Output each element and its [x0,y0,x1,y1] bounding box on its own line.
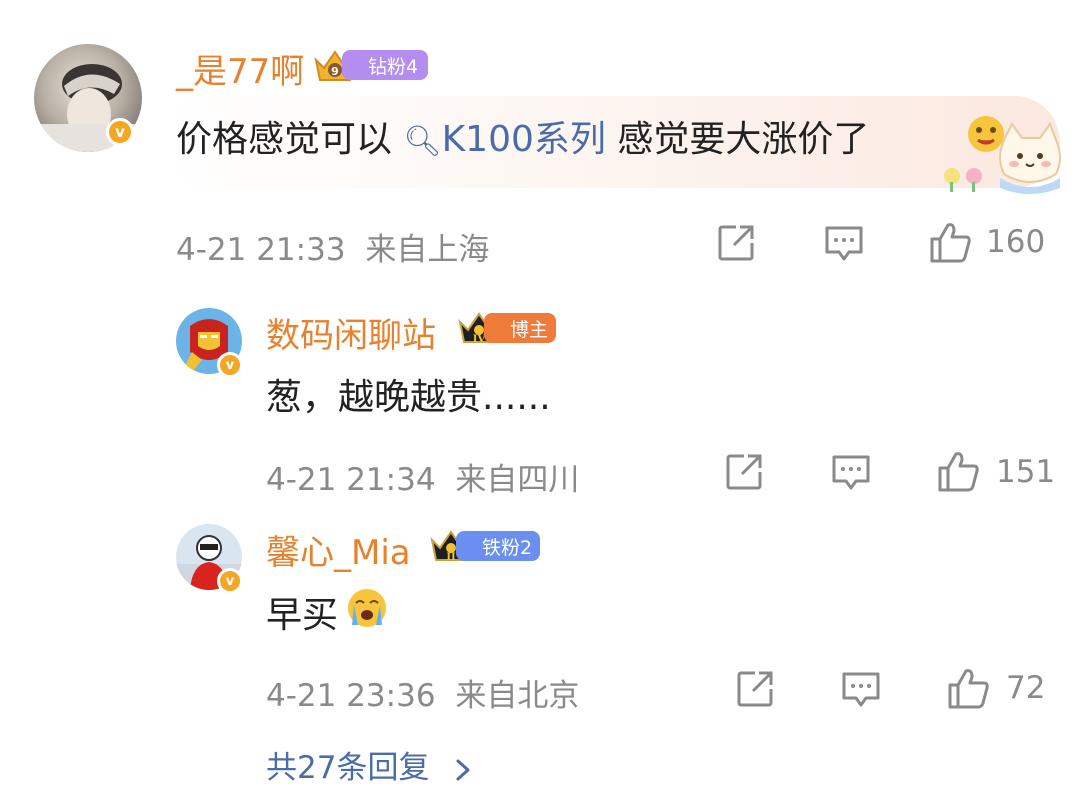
comment-time: 4-21 21:33 来自上海 [176,224,489,269]
chevron-right-icon [456,759,470,780]
comment-text-before: 价格感觉可以 [176,119,393,160]
reply-location: 来自北京 [455,678,580,714]
fan-level-badge[interactable]: 钻粉4 [342,50,428,80]
reply-time: 4-21 21:34 来自四川 [266,454,579,499]
thumbs-up-icon[interactable] [936,450,980,492]
reply-timestamp: 4-21 21:34 [266,462,436,498]
reply-username[interactable]: 馨心_Mia [266,525,411,574]
like-count: 72 [1006,670,1046,706]
comment-icon[interactable] [823,224,865,264]
share-icon[interactable] [724,452,764,492]
reply-time: 4-21 23:36 来自北京 [266,670,579,715]
comment-timestamp: 4-21 21:33 [176,232,346,268]
reply-text: 葱，越晚越贵...... [266,377,551,418]
svg-text:9: 9 [331,65,339,78]
thumbs-up-icon[interactable] [946,667,990,709]
comment-icon[interactable] [840,670,882,710]
thumbs-up-icon[interactable] [928,221,972,263]
crying-emoji-icon [348,589,386,627]
reply-location: 来自四川 [455,462,580,498]
more-replies-label: 共27条回复 [266,750,430,786]
like-count: 160 [986,224,1046,260]
share-icon[interactable] [735,669,775,709]
fan-level-label: 铁粉2 [482,536,533,559]
blogger-badge[interactable]: 博主 [484,313,556,343]
verified-v-icon: v [217,352,243,378]
blogger-badge-label: 博主 [510,318,549,341]
more-replies-link[interactable]: 共27条回复 [266,742,473,787]
comment-text: 价格感觉可以 🔍︎K100系列 感觉要大涨价了 [176,110,869,162]
fan-level-badge[interactable]: 铁粉2 [456,531,540,561]
cat-sticker-icon [999,121,1061,194]
reply-text: 早买 [266,586,338,638]
svg-text:II: II [446,552,456,563]
comment-username[interactable]: _是77啊 [176,44,304,93]
comment-icon[interactable] [830,453,872,493]
topic-label: K100系列 [441,119,606,160]
search-icon: 🔍︎ [403,124,442,159]
reply-timestamp: 4-21 23:36 [266,678,436,714]
comment-text-after: 感觉要大涨价了 [617,119,870,160]
like-count: 151 [996,454,1056,490]
comment-location: 来自上海 [365,232,490,268]
verified-v-icon: v [217,568,243,594]
verified-v-icon: v [106,118,134,146]
flower-decoration-icon [944,168,982,192]
reply-text-content: 早买 [266,595,339,636]
share-icon[interactable] [716,223,756,263]
fan-level-label: 钻粉4 [368,55,419,78]
reply-username[interactable]: 数码闲聊站 [266,308,436,357]
topic-link[interactable]: 🔍︎K100系列 [403,119,605,160]
